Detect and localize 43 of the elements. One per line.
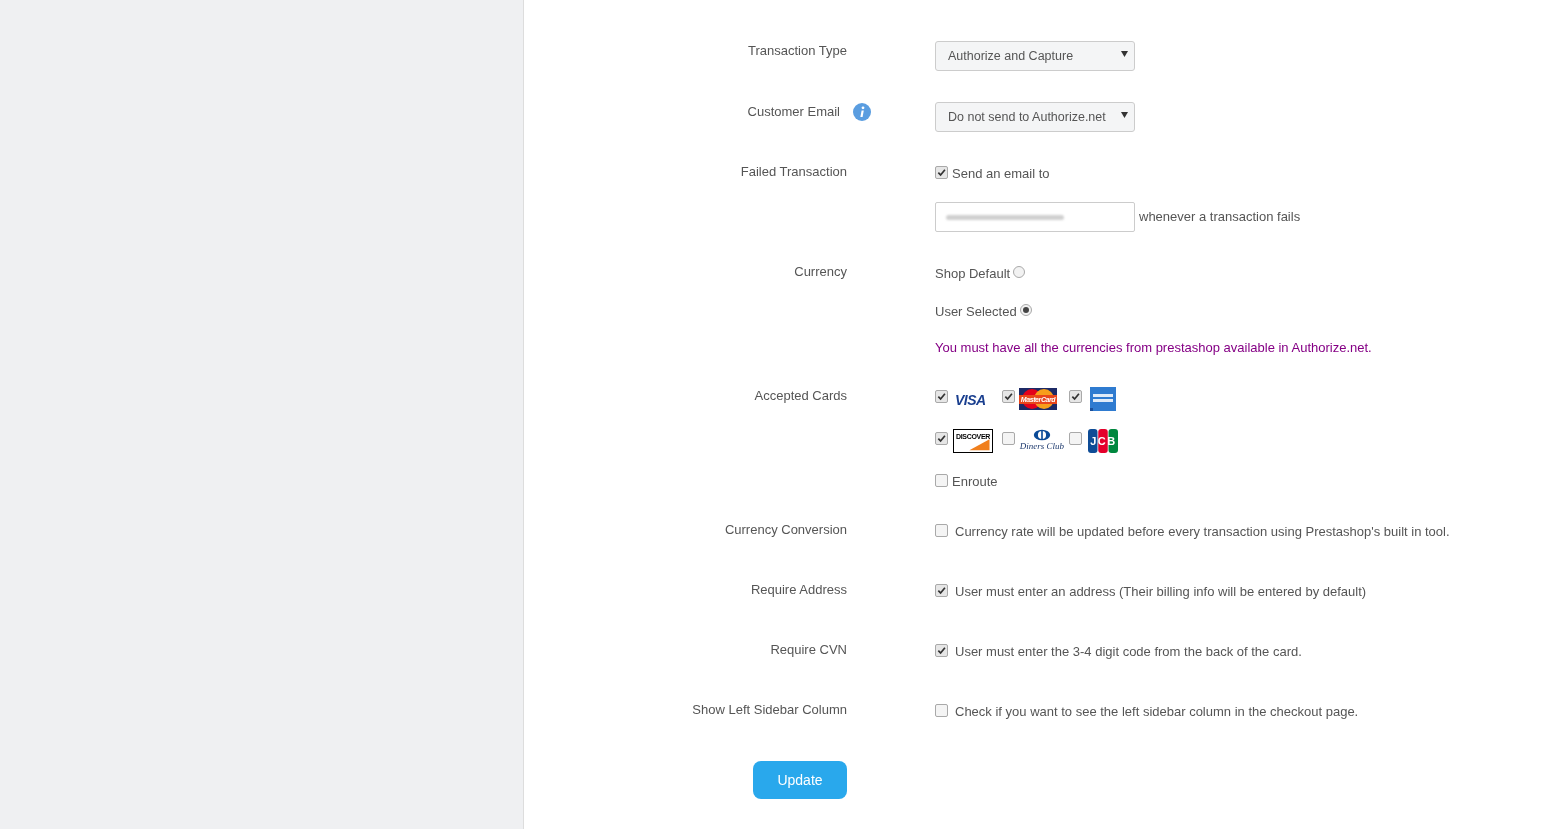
- checkbox[interactable]: [935, 523, 948, 537]
- field-label: Currency Conversion: [724, 522, 847, 538]
- option-label: Send an email to: [952, 165, 1050, 184]
- checkbox[interactable]: [935, 474, 948, 487]
- caret-icon: [1121, 51, 1128, 57]
- helper-text: whenever a transaction fails: [1139, 208, 1301, 227]
- checkbox[interactable]: [1069, 432, 1082, 445]
- field-label: Require CVN: [770, 642, 847, 658]
- checkbox[interactable]: [935, 432, 948, 445]
- checkbox[interactable]: [1069, 390, 1082, 403]
- caret-icon: [1121, 112, 1128, 118]
- radio-button[interactable]: [1019, 303, 1032, 316]
- option-label: Enroute: [952, 473, 998, 492]
- card-logo: Diners Club: [1019, 429, 1065, 453]
- option-label: Check if you want to see the left sidebar column in the checkout page.: [955, 703, 1359, 722]
- option-label: User must enter the 3-4 digit code from the back of the card.: [955, 643, 1302, 662]
- info-icon[interactable]: [853, 103, 871, 121]
- field-label: Failed Transaction: [740, 164, 847, 180]
- radio-button[interactable]: [1013, 265, 1026, 278]
- checkbox[interactable]: [1002, 390, 1015, 403]
- checkbox[interactable]: [935, 643, 948, 657]
- field-label: Transaction Type: [748, 43, 847, 59]
- checkbox[interactable]: [935, 390, 948, 403]
- option-label: User Selected: [935, 303, 1017, 322]
- card-logo-icon: [1090, 387, 1116, 411]
- card-logo: VISA: [955, 392, 986, 408]
- field-label: Show Left Sidebar Column: [692, 702, 847, 718]
- field-label: Currency: [794, 264, 847, 280]
- checkbox[interactable]: [935, 703, 948, 717]
- select-field[interactable]: Do not send to Authorize.net: [935, 102, 1135, 132]
- checkbox[interactable]: [935, 165, 948, 179]
- field-label: Require Address: [750, 582, 847, 598]
- option-label: User must enter an address (Their billing info will be entered by default): [955, 583, 1367, 602]
- option-label: Currency rate will be updated before every transaction using Prestashop's built in tool.: [955, 523, 1450, 542]
- checkbox[interactable]: [935, 583, 948, 597]
- blurred-text-icon: [946, 214, 1064, 220]
- checkbox[interactable]: [1002, 432, 1015, 445]
- warning-note: You must have all the currencies from prestashop available in Authorize.net.: [935, 339, 1372, 358]
- email-input[interactable]: [935, 202, 1135, 232]
- field-label: Accepted Cards: [754, 388, 847, 404]
- option-label: Shop Default: [935, 265, 1011, 284]
- select-field[interactable]: Authorize and Capture: [935, 41, 1135, 71]
- field-label: Customer Email: [747, 104, 840, 120]
